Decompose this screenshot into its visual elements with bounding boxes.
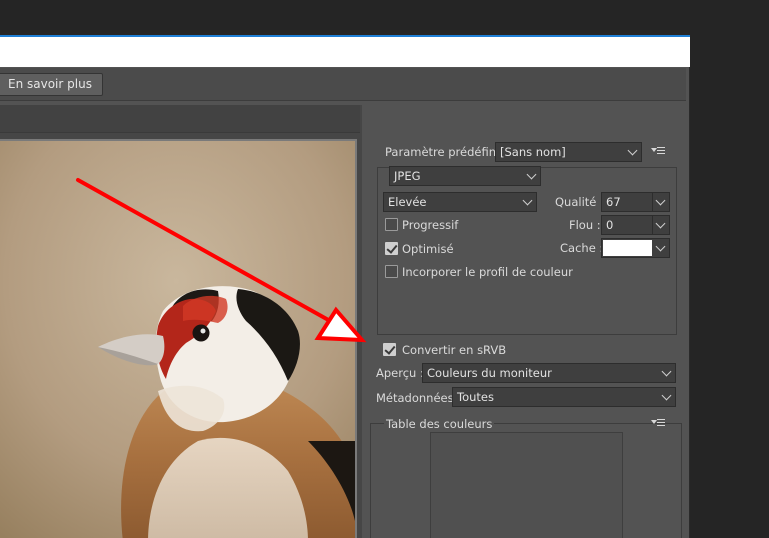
chevron-down-icon bbox=[655, 241, 666, 252]
learn-more-button[interactable]: En savoir plus bbox=[0, 73, 103, 96]
matte-label: Cache : bbox=[560, 241, 604, 255]
blur-label: Flou : bbox=[569, 218, 601, 232]
chevron-down-icon bbox=[661, 366, 672, 377]
optimized-label: Optimisé bbox=[402, 242, 454, 256]
preview-value: Couleurs du moniteur bbox=[427, 366, 552, 380]
chevron-down-icon bbox=[627, 145, 638, 156]
quality-level-dropdown[interactable]: Elevée bbox=[383, 192, 537, 212]
color-table-menu-icon[interactable] bbox=[651, 418, 665, 428]
goldfinch-photo bbox=[0, 141, 355, 538]
preview-pane bbox=[0, 105, 362, 538]
format-value: JPEG bbox=[394, 169, 421, 183]
top-bar: En savoir plus bbox=[0, 68, 686, 101]
quality-value: 67 bbox=[606, 195, 621, 209]
format-dropdown[interactable]: JPEG bbox=[389, 166, 541, 186]
convert-srgb-checkbox[interactable] bbox=[383, 343, 396, 356]
chevron-down-icon bbox=[655, 195, 666, 206]
progressive-checkbox[interactable] bbox=[385, 218, 398, 231]
progressive-label: Progressif bbox=[402, 218, 459, 232]
color-table-title: Table des couleurs bbox=[384, 417, 495, 431]
metadata-value: Toutes bbox=[457, 390, 494, 404]
chevron-down-icon bbox=[526, 169, 537, 180]
embed-profile-checkbox[interactable] bbox=[385, 265, 398, 278]
chevron-down-icon bbox=[522, 195, 533, 206]
matte-color-picker[interactable] bbox=[601, 238, 670, 258]
quality-level-value: Elevée bbox=[388, 195, 427, 209]
optimized-checkbox[interactable] bbox=[385, 242, 398, 255]
convert-srgb-label: Convertir en sRVB bbox=[402, 343, 507, 357]
quality-label: Qualité : bbox=[555, 195, 604, 209]
title-bar bbox=[0, 35, 690, 67]
embed-profile-label: Incorporer le profil de couleur bbox=[402, 265, 573, 279]
quality-input[interactable]: 67 bbox=[601, 192, 670, 212]
metadata-label: Métadonnées : bbox=[376, 391, 462, 405]
blur-input[interactable]: 0 bbox=[601, 215, 670, 235]
settings-pane: Paramètre prédéfini : [Sans nom] JPEG El… bbox=[362, 105, 686, 538]
preview-tab-bar bbox=[0, 105, 360, 133]
preview-dropdown[interactable]: Couleurs du moniteur bbox=[422, 363, 676, 383]
save-for-web-dialog: En savoir plus Paramètre prédéfini: [Sa… bbox=[0, 35, 690, 538]
chevron-down-icon bbox=[661, 390, 672, 401]
panel-menu-icon[interactable] bbox=[651, 146, 665, 156]
chevron-down-icon bbox=[655, 218, 666, 229]
color-table-grid bbox=[430, 432, 623, 538]
preset-value: [Sans nom] bbox=[500, 145, 566, 159]
preview-label: Aperçu : bbox=[376, 366, 424, 380]
image-preview[interactable] bbox=[0, 139, 357, 538]
preset-label: Paramètre prédéfini : bbox=[385, 145, 507, 159]
blur-value: 0 bbox=[606, 218, 614, 232]
preset-dropdown[interactable]: [Sans nom] bbox=[495, 142, 642, 162]
metadata-dropdown[interactable]: Toutes bbox=[452, 387, 676, 407]
matte-color-swatch bbox=[603, 240, 652, 256]
